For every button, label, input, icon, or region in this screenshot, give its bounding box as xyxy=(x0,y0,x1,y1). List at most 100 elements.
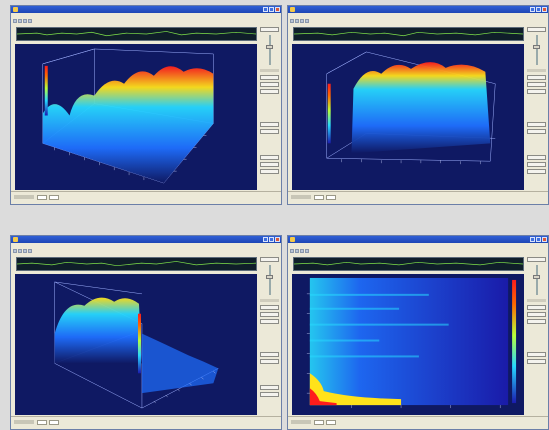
panel-button[interactable] xyxy=(260,305,279,310)
toolbar-button[interactable] xyxy=(18,19,22,23)
waveform-trace xyxy=(17,261,256,267)
panel-button[interactable] xyxy=(260,82,279,87)
maximize-icon[interactable] xyxy=(269,237,274,242)
toolbar-button[interactable] xyxy=(290,249,294,253)
panel-button[interactable] xyxy=(527,352,546,357)
panel-button[interactable] xyxy=(260,122,279,127)
gain-slider-track[interactable] xyxy=(536,35,538,65)
maximize-icon[interactable] xyxy=(536,7,541,12)
panel-button[interactable] xyxy=(260,155,279,160)
panel-button[interactable] xyxy=(527,359,546,364)
toolbar-button[interactable] xyxy=(300,249,304,253)
toolbar-button[interactable] xyxy=(295,19,299,23)
waveform-overview[interactable] xyxy=(293,27,524,41)
panel-button[interactable] xyxy=(527,169,546,174)
toolbar-button[interactable] xyxy=(18,249,22,253)
panel-button[interactable] xyxy=(260,257,279,262)
waveform-overview[interactable] xyxy=(293,257,524,271)
panel-button[interactable] xyxy=(527,75,546,80)
maximize-icon[interactable] xyxy=(536,237,541,242)
status-field[interactable] xyxy=(314,420,324,425)
panel-button[interactable] xyxy=(260,162,279,167)
toolbar-button[interactable] xyxy=(28,249,32,253)
status-field[interactable] xyxy=(49,195,59,200)
surface-tail xyxy=(141,333,219,394)
panel-button[interactable] xyxy=(260,319,279,324)
close-icon[interactable] xyxy=(275,7,280,12)
panel-button[interactable] xyxy=(527,27,546,32)
minimize-icon[interactable] xyxy=(530,237,535,242)
panel-button[interactable] xyxy=(527,155,546,160)
panel-label xyxy=(527,299,546,302)
waveform-trace xyxy=(17,31,256,37)
status-field[interactable] xyxy=(37,420,47,425)
toolbar-button[interactable] xyxy=(28,19,32,23)
window-titlebar[interactable] xyxy=(288,6,548,13)
toolbar-button[interactable] xyxy=(290,19,294,23)
minimize-icon[interactable] xyxy=(263,237,268,242)
toolbar-button[interactable] xyxy=(13,249,17,253)
window-titlebar[interactable] xyxy=(288,236,548,243)
toolbar-button[interactable] xyxy=(295,249,299,253)
close-icon[interactable] xyxy=(275,237,280,242)
panel-button[interactable] xyxy=(527,162,546,167)
panel-button[interactable] xyxy=(260,352,279,357)
toolbar-button[interactable] xyxy=(305,249,309,253)
panel-button[interactable] xyxy=(260,89,279,94)
panel-button[interactable] xyxy=(527,122,546,127)
panel-button[interactable] xyxy=(527,82,546,87)
waterfall-3d-plot[interactable] xyxy=(15,44,257,190)
surface xyxy=(42,66,214,184)
panel-button[interactable] xyxy=(260,312,279,317)
panel-button[interactable] xyxy=(260,27,279,32)
gain-slider-track[interactable] xyxy=(536,265,538,295)
window-titlebar[interactable] xyxy=(11,236,281,243)
panel-button[interactable] xyxy=(527,89,546,94)
status-bar xyxy=(11,191,281,204)
panel-button[interactable] xyxy=(260,359,279,364)
panel-button[interactable] xyxy=(527,319,546,324)
toolbar xyxy=(288,248,548,254)
panel-button[interactable] xyxy=(527,129,546,134)
panel-button[interactable] xyxy=(260,392,279,397)
status-field[interactable] xyxy=(49,420,59,425)
panel-button[interactable] xyxy=(260,75,279,80)
spectrogram-2d-plot[interactable] xyxy=(292,274,524,415)
gain-slider-track[interactable] xyxy=(269,265,271,295)
app-window-top-right xyxy=(287,5,549,205)
gain-slider-knob[interactable] xyxy=(533,275,540,279)
gain-slider-knob[interactable] xyxy=(266,275,273,279)
waveform-overview[interactable] xyxy=(16,257,257,271)
minimize-icon[interactable] xyxy=(530,7,535,12)
panel-button[interactable] xyxy=(527,312,546,317)
window-titlebar[interactable] xyxy=(11,6,281,13)
panel-button[interactable] xyxy=(260,385,279,390)
toolbar-button[interactable] xyxy=(300,19,304,23)
toolbar-button[interactable] xyxy=(305,19,309,23)
waterfall-3d-plot[interactable] xyxy=(292,44,524,190)
waterfall-3d-plot[interactable] xyxy=(15,274,257,415)
waveform-overview[interactable] xyxy=(16,27,257,41)
toolbar-button[interactable] xyxy=(23,249,27,253)
toolbar-button[interactable] xyxy=(23,19,27,23)
toolbar-button[interactable] xyxy=(13,19,17,23)
status-field[interactable] xyxy=(314,195,324,200)
gain-slider-track[interactable] xyxy=(269,35,271,65)
gain-slider-knob[interactable] xyxy=(533,45,540,49)
status-field[interactable] xyxy=(326,195,336,200)
surface xyxy=(351,62,491,154)
maximize-icon[interactable] xyxy=(269,7,274,12)
panel-button[interactable] xyxy=(260,129,279,134)
close-icon[interactable] xyxy=(542,7,547,12)
close-icon[interactable] xyxy=(542,237,547,242)
minimize-icon[interactable] xyxy=(263,7,268,12)
status-label xyxy=(14,195,34,199)
status-field[interactable] xyxy=(37,195,47,200)
panel-button[interactable] xyxy=(527,257,546,262)
panel-button[interactable] xyxy=(527,305,546,310)
gain-slider-knob[interactable] xyxy=(266,45,273,49)
colorbar xyxy=(512,279,517,404)
status-label xyxy=(291,195,311,199)
panel-button[interactable] xyxy=(260,169,279,174)
status-field[interactable] xyxy=(326,420,336,425)
